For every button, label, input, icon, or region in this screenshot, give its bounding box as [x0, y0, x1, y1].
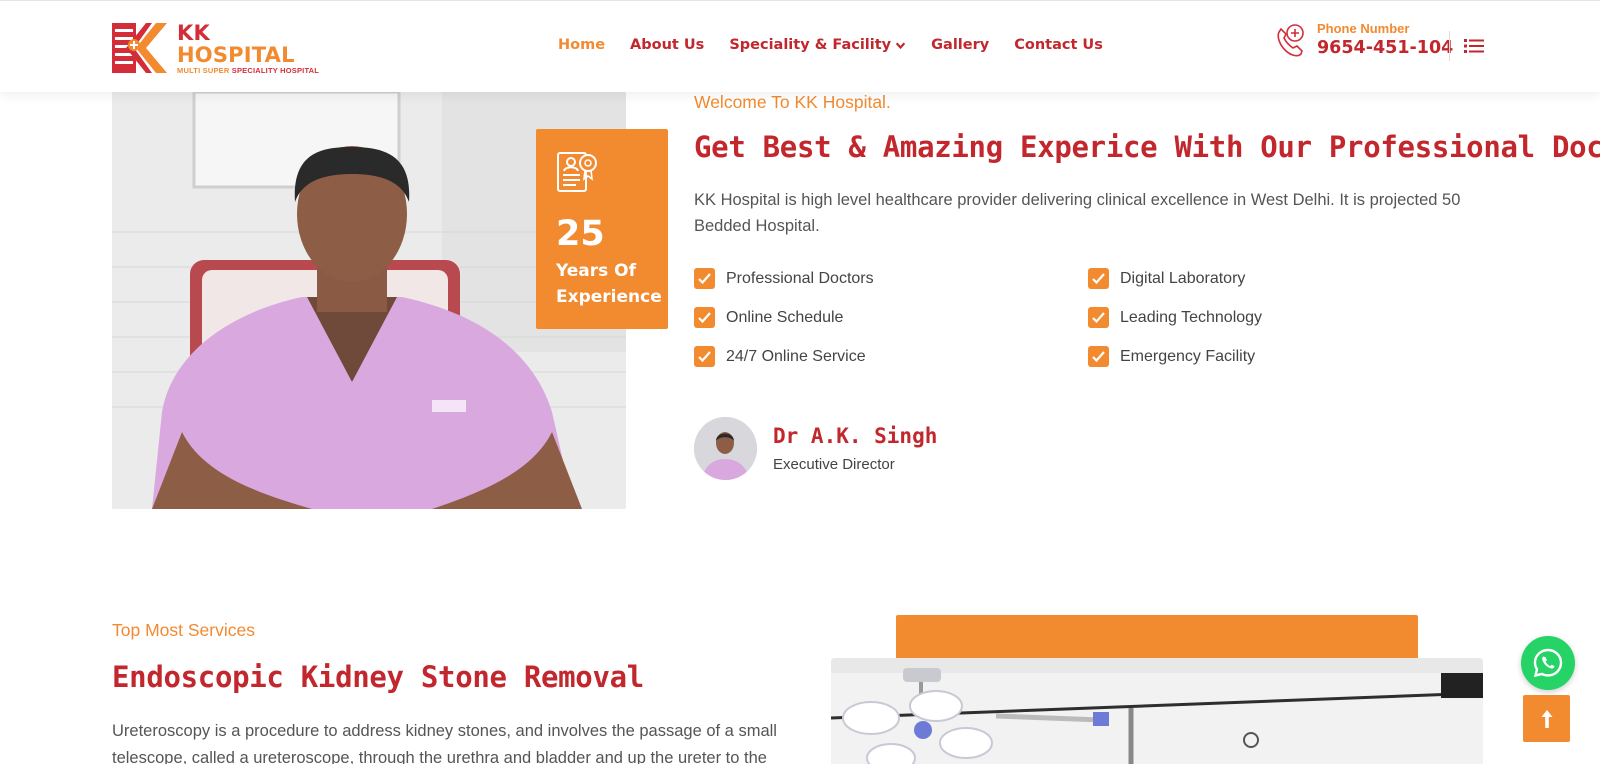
operating-room-photo: [831, 658, 1483, 764]
feature-item: Emergency Facility: [1088, 346, 1482, 367]
experience-years: 25: [556, 214, 605, 254]
nav-home[interactable]: Home: [558, 37, 605, 53]
chevron-down-icon: [895, 42, 906, 49]
nav-about-us[interactable]: About Us: [630, 37, 704, 53]
doctor-info: Dr A.K. Singh Executive Director: [773, 424, 937, 473]
feature-label: Online Schedule: [726, 308, 844, 326]
phone-medical-icon: [1277, 23, 1304, 56]
phone-number[interactable]: 9654-451-104: [1317, 38, 1453, 58]
hospital-logo[interactable]: KK HOSPITAL MULTI SUPER SPECIALITY HOSPI…: [112, 22, 334, 75]
avatar: [694, 417, 757, 480]
arrow-up-icon: [1541, 709, 1552, 728]
check-icon: [1088, 346, 1109, 367]
feature-label: 24/7 Online Service: [726, 347, 866, 365]
feature-label: Digital Laboratory: [1120, 269, 1246, 287]
service-image-accent: [896, 615, 1418, 663]
check-icon: [694, 268, 715, 289]
experience-badge: 25 Years Of Experience: [536, 129, 668, 329]
doctor-card: Dr A.K. Singh Executive Director: [694, 417, 937, 480]
whatsapp-icon: [1533, 648, 1563, 678]
brand-tagline-part1: MULTI SUPER: [177, 65, 230, 75]
feature-label: Emergency Facility: [1120, 347, 1256, 365]
about-intro: KK Hospital is high level healthcare pro…: [694, 191, 1461, 235]
brand-tagline: MULTI SUPER SPECIALITY HOSPITAL: [177, 66, 334, 75]
nav-speciality-label: Speciality & Facility: [729, 37, 892, 53]
check-icon: [1088, 268, 1109, 289]
feature-item: Digital Laboratory: [1088, 268, 1482, 289]
feature-item: Leading Technology: [1088, 307, 1482, 328]
check-icon: [694, 346, 715, 367]
check-icon: [694, 307, 715, 328]
list-menu-icon[interactable]: [1464, 38, 1484, 54]
feature-item: Online Schedule: [694, 307, 1088, 328]
services-description: Ureteroscopy is a procedure to address k…: [112, 722, 777, 764]
feature-list: Professional Doctors Digital Laboratory …: [694, 268, 1484, 367]
header-divider: [1449, 31, 1450, 61]
feature-label: Leading Technology: [1120, 308, 1263, 326]
check-icon: [1088, 307, 1109, 328]
logo-text: KK HOSPITAL MULTI SUPER SPECIALITY HOSPI…: [177, 22, 334, 75]
feature-item: 24/7 Online Service: [694, 346, 1088, 367]
doctor-role: Executive Director: [773, 456, 895, 473]
whatsapp-button[interactable]: [1521, 636, 1575, 690]
nav-gallery[interactable]: Gallery: [931, 37, 989, 53]
services-title: Endoscopic Kidney Stone Removal: [112, 660, 644, 694]
phone-contact[interactable]: Phone Number 9654-451-104: [1273, 21, 1453, 58]
brand-tagline-part2: SPECIALITY HOSPITAL: [231, 65, 320, 75]
scroll-to-top-button[interactable]: [1523, 695, 1570, 742]
nav-speciality-facility[interactable]: Speciality & Facility: [729, 37, 906, 53]
nav-contact-us[interactable]: Contact Us: [1014, 37, 1103, 53]
experience-label: Years Of Experience: [556, 258, 662, 310]
logo-mark-icon: [112, 23, 167, 73]
phone-text: Phone Number 9654-451-104: [1317, 21, 1453, 58]
feature-label: Professional Doctors: [726, 269, 874, 287]
brand-name: KK HOSPITAL: [177, 22, 334, 66]
services-subtitle: Top Most Services: [112, 620, 255, 640]
phone-label: Phone Number: [1317, 21, 1410, 36]
welcome-subtitle: Welcome To KK Hospital.: [694, 92, 891, 112]
experience-label-line2: Experience: [556, 287, 662, 307]
brand-name-part2: HOSPITAL: [177, 42, 295, 67]
about-title: Get Best & Amazing Experice With Our Pro…: [694, 130, 1600, 164]
experience-label-line1: Years Of: [556, 261, 637, 281]
feature-item: Professional Doctors: [694, 268, 1088, 289]
brand-name-part1: KK: [177, 20, 210, 45]
main-nav: Home About Us Speciality & Facility Gall…: [558, 37, 1103, 53]
site-header: KK HOSPITAL MULTI SUPER SPECIALITY HOSPI…: [0, 0, 1600, 92]
certificate-icon: [557, 152, 597, 192]
doctor-name: Dr A.K. Singh: [773, 424, 938, 448]
